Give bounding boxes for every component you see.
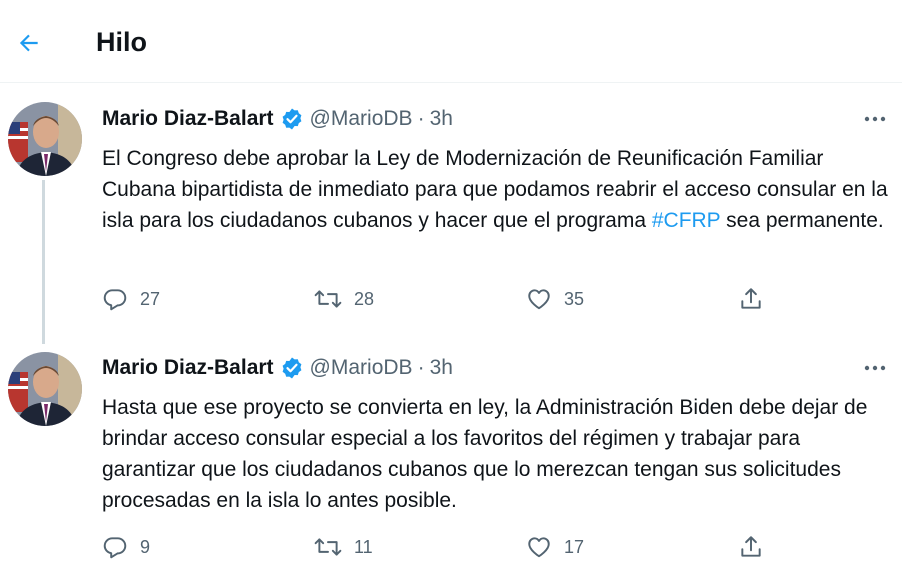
tweet-meta: Mario Diaz-Balart @MarioDB · 3h: [102, 104, 453, 134]
back-button[interactable]: [10, 24, 48, 62]
retweet-count: 28: [354, 288, 375, 309]
like-count: 17: [564, 536, 585, 557]
reply-icon: [103, 537, 127, 559]
reply-count: 9: [140, 536, 151, 557]
more-dots-icon: [864, 116, 886, 122]
like-count: 35: [564, 288, 585, 309]
retweet-icon: [314, 538, 342, 556]
retweet-button[interactable]: 28: [314, 284, 374, 314]
reply-button[interactable]: 27: [102, 284, 160, 314]
thread-connector-line: [42, 180, 45, 344]
reply-icon: [103, 289, 127, 311]
arrow-left-icon: [19, 34, 38, 52]
meta-separator: ·: [417, 356, 425, 379]
like-button[interactable]: 35: [526, 284, 584, 314]
author-name[interactable]: Mario Diaz-Balart: [102, 107, 274, 131]
tweet-text-part: Hasta que ese proyecto se convierta en l…: [102, 396, 868, 512]
share-icon: [741, 536, 761, 557]
heart-icon: [528, 537, 550, 558]
tweet-timestamp[interactable]: 3h: [430, 356, 453, 380]
more-options-button[interactable]: [860, 353, 890, 383]
author-handle[interactable]: @MarioDB: [310, 107, 413, 131]
tweet-text-part: sea permanente.: [720, 209, 884, 232]
avatar[interactable]: [8, 102, 82, 176]
retweet-icon: [314, 290, 342, 308]
author-name[interactable]: Mario Diaz-Balart: [102, 356, 274, 380]
tweet-actions: 27 28 35: [102, 284, 882, 314]
more-dots-icon: [864, 365, 886, 371]
more-options-button[interactable]: [860, 104, 890, 134]
avatar[interactable]: [8, 352, 82, 426]
retweet-count: 11: [354, 536, 373, 557]
verified-badge-icon: [280, 356, 304, 380]
retweet-button[interactable]: 11: [314, 532, 373, 562]
thread-header: Hilo: [0, 0, 902, 83]
tweet-actions: 9 11 17: [102, 532, 882, 562]
share-button[interactable]: [738, 284, 764, 314]
tweet-meta: Mario Diaz-Balart @MarioDB · 3h: [102, 353, 453, 383]
tweet-text: Hasta que ese proyecto se convierta en l…: [102, 392, 897, 516]
like-button[interactable]: 17: [526, 532, 584, 562]
heart-icon: [528, 289, 550, 310]
hashtag-link[interactable]: #CFRP: [652, 209, 720, 232]
meta-separator: ·: [417, 107, 425, 130]
reply-button[interactable]: 9: [102, 532, 150, 562]
share-icon: [741, 288, 761, 309]
verified-badge-icon: [280, 107, 304, 131]
tweet-text: El Congreso debe aprobar la Ley de Moder…: [102, 143, 897, 236]
share-button[interactable]: [738, 532, 764, 562]
page-title: Hilo: [96, 27, 147, 57]
reply-count: 27: [140, 288, 161, 309]
author-handle[interactable]: @MarioDB: [310, 356, 413, 380]
tweet-timestamp[interactable]: 3h: [430, 107, 453, 131]
